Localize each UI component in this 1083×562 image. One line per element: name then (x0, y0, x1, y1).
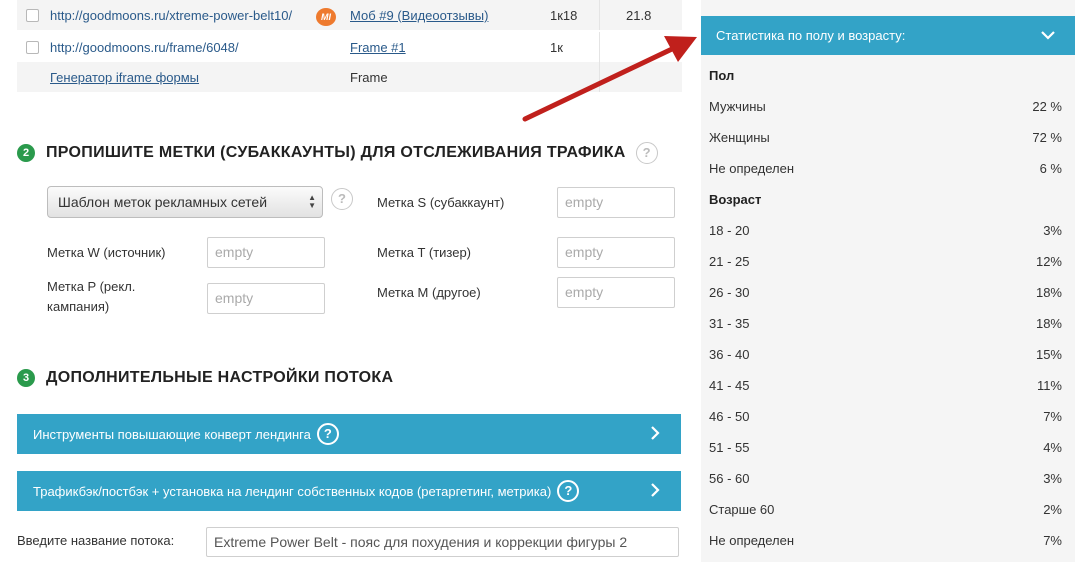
accordion-label: Трафикбэк/постбэк + установка на лендинг… (33, 483, 552, 499)
stat-label: 56 - 60 (709, 471, 750, 486)
stats-header-title: Статистика по полу и возрасту: (716, 28, 906, 43)
table-row: http://goodmoons.ru/xtreme-power-belt10/… (17, 0, 682, 30)
stat-label: Мужчины (709, 99, 766, 114)
stat-value: 22 % (1032, 99, 1062, 114)
stat-value: 15% (1035, 347, 1062, 362)
stat-value: 7% (1043, 409, 1062, 424)
stat-row: 46 - 50 7% (709, 407, 1062, 427)
stat-row: 21 - 25 12% (709, 252, 1062, 272)
chevron-down-icon (1041, 31, 1055, 40)
stat-label: 36 - 40 (709, 347, 750, 362)
row-value-2: 21.8 (626, 8, 652, 23)
section-3-heading: 3 Дополнительные настройки потока (17, 369, 393, 387)
stat-row: Не определен 6 % (709, 159, 1062, 179)
label-w: Метка W (источник) (47, 245, 166, 260)
link-url[interactable]: http://goodmoons.ru/xtreme-power-belt10/ (50, 8, 292, 23)
stat-value: 3% (1043, 471, 1062, 486)
stat-label: Женщины (709, 130, 770, 145)
row-checkbox[interactable] (26, 41, 39, 54)
stat-value: 6 % (1039, 161, 1062, 176)
stat-label: Старше 60 (709, 502, 775, 517)
stat-value: 3% (1043, 223, 1062, 238)
stat-label: 41 - 45 (709, 378, 750, 393)
stat-row: 41 - 45 11% (709, 376, 1062, 396)
stat-row: Старше 60 2% (709, 500, 1062, 520)
help-icon[interactable]: ? (331, 188, 353, 210)
iframe-generator-link[interactable]: Генератор iframe формы (50, 70, 199, 85)
landing-conversion-tools-accordion[interactable]: Инструменты повышающие конверт лендинга … (17, 414, 681, 454)
stat-row: 18 - 20 3% (709, 221, 1062, 241)
stat-row: Мужчины 22 % (709, 97, 1062, 117)
stat-label: Не определен (709, 161, 795, 176)
demographics-panel: Статистика по полу и возрасту: Пол Мужчи… (701, 0, 1075, 562)
section-2-heading: 2 Пропишите метки (субаккаунты) для отсл… (17, 142, 658, 164)
mobile-badge-icon: MI (316, 8, 336, 26)
accordion-label: Инструменты повышающие конверт лендинга (33, 426, 311, 442)
help-icon[interactable]: ? (635, 142, 658, 164)
tag-s-input[interactable]: empty (557, 187, 675, 218)
ad-network-template-select[interactable]: Шаблон меток рекламных сетей ▲ ▼ (47, 186, 323, 218)
stat-label: 51 - 55 (709, 440, 750, 455)
stream-name-label: Введите название потока: (17, 533, 175, 548)
age-title: Возраст (709, 192, 762, 207)
stat-row: 36 - 40 15% (709, 345, 1062, 365)
stat-label: 21 - 25 (709, 254, 750, 269)
landing-name: Frame (350, 70, 388, 85)
stat-label: 18 - 20 (709, 223, 750, 238)
tag-t-input[interactable]: empty (557, 237, 675, 268)
tag-w-input[interactable]: empty (207, 237, 325, 268)
chevron-right-icon (651, 426, 660, 440)
column-divider (599, 32, 600, 62)
stat-row: Женщины 72 % (709, 128, 1062, 148)
landing-name-link[interactable]: Frame #1 (350, 40, 406, 55)
stat-value: 4% (1043, 440, 1062, 455)
row-value-1: 1к18 (550, 8, 578, 23)
stats-header[interactable]: Статистика по полу и возрасту: (701, 16, 1075, 55)
stat-row: Не определен 7% (709, 531, 1062, 551)
table-row: Генератор iframe формы Frame (17, 62, 682, 92)
row-checkbox[interactable] (26, 9, 39, 22)
stat-value: 12% (1035, 254, 1062, 269)
help-icon[interactable]: ? (557, 480, 580, 502)
step-number: 3 (17, 369, 35, 387)
label-m: Метка M (другое) (377, 285, 481, 300)
stat-value: 11% (1036, 378, 1062, 393)
column-divider (599, 0, 600, 30)
table-row: http://goodmoons.ru/frame/6048/ Frame #1… (17, 32, 682, 62)
stat-label: Не определен (709, 533, 795, 548)
trafficback-postback-accordion[interactable]: Трафикбэк/постбэк + установка на лендинг… (17, 471, 681, 511)
stat-value: 72 % (1032, 130, 1062, 145)
row-value-1: 1к (550, 40, 563, 55)
label-s: Метка S (субаккаунт) (377, 195, 505, 210)
section-title: Дополнительные настройки потока (46, 369, 394, 386)
tag-m-input[interactable]: empty (557, 277, 675, 308)
stat-label: 31 - 35 (709, 316, 750, 331)
stat-row: 31 - 35 18% (709, 314, 1062, 334)
label-p-line2: кампания) (47, 299, 110, 314)
select-value: Шаблон меток рекламных сетей (58, 194, 268, 210)
stream-name-input[interactable]: Extreme Power Belt - пояс для похудения … (206, 527, 679, 557)
select-arrows-icon: ▲ ▼ (308, 193, 316, 210)
stat-row: 56 - 60 3% (709, 469, 1062, 489)
chevron-right-icon (651, 483, 660, 497)
stat-row: 51 - 55 4% (709, 438, 1062, 458)
stat-value: 2% (1043, 502, 1062, 517)
stat-row: 26 - 30 18% (709, 283, 1062, 303)
stat-label: 26 - 30 (709, 285, 750, 300)
gender-title: Пол (709, 68, 735, 83)
column-divider (599, 62, 600, 92)
link-url[interactable]: http://goodmoons.ru/frame/6048/ (50, 40, 239, 55)
help-icon[interactable]: ? (316, 423, 339, 445)
step-number: 2 (17, 144, 35, 162)
stat-value: 7% (1043, 533, 1062, 548)
stat-value: 18% (1035, 285, 1062, 300)
stat-value: 18% (1035, 316, 1062, 331)
section-title: Пропишите метки (субаккаунты) для отслеж… (46, 144, 626, 161)
label-p-line1: Метка P (рекл. (47, 279, 136, 294)
landing-name-link[interactable]: Моб #9 (Видеоотзывы) (350, 8, 488, 23)
tag-p-input[interactable]: empty (207, 283, 325, 314)
label-t: Метка T (тизер) (377, 245, 472, 260)
stat-label: 46 - 50 (709, 409, 750, 424)
